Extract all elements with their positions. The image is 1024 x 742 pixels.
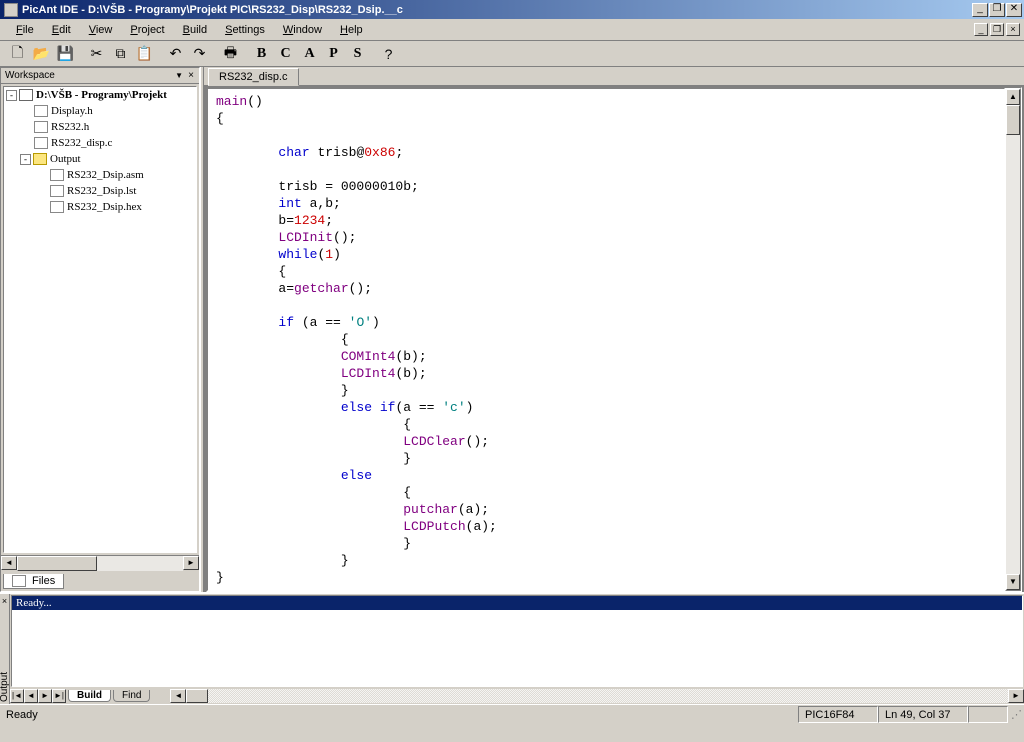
code-editor[interactable]: main() { char trisb@0x86; trisb = 000000… bbox=[207, 88, 1005, 591]
mdi-close[interactable]: × bbox=[1006, 23, 1020, 36]
scroll-up-icon[interactable]: ▲ bbox=[1006, 89, 1020, 105]
build-c-icon[interactable]: C bbox=[274, 43, 297, 65]
file-icon bbox=[34, 121, 48, 133]
out-nav-last-icon[interactable]: ►| bbox=[52, 689, 66, 703]
scroll-thumb[interactable] bbox=[186, 689, 208, 703]
scroll-down-icon[interactable]: ▼ bbox=[1006, 574, 1020, 590]
menu-window[interactable]: Window bbox=[275, 22, 330, 38]
folder-icon bbox=[33, 153, 47, 165]
menu-settings[interactable]: Settings bbox=[217, 22, 273, 38]
app-icon bbox=[4, 3, 18, 17]
menu-view[interactable]: View bbox=[81, 22, 121, 38]
save-icon[interactable]: 💾 bbox=[54, 43, 77, 65]
out-nav-next-icon[interactable]: ► bbox=[38, 689, 52, 703]
editor-area: RS232_disp.c main() { char trisb@0x86; t… bbox=[204, 67, 1024, 592]
scroll-left-icon[interactable]: ◄ bbox=[1, 556, 17, 570]
menu-build[interactable]: Build bbox=[175, 22, 215, 38]
cut-icon[interactable]: ✂ bbox=[85, 43, 108, 65]
editor-vscroll[interactable]: ▲ ▼ bbox=[1005, 88, 1021, 591]
file-icon bbox=[50, 201, 64, 213]
file-icon bbox=[34, 137, 48, 149]
scroll-right-icon[interactable]: ► bbox=[1008, 689, 1024, 703]
workspace-files-tab[interactable]: Files bbox=[3, 574, 64, 589]
tree-file[interactable]: RS232_Dsip.lst bbox=[67, 185, 136, 197]
project-icon bbox=[19, 89, 33, 101]
tree-folder[interactable]: Output bbox=[50, 153, 81, 165]
output-ready-line: Ready... bbox=[12, 596, 1022, 610]
tree-file[interactable]: RS232_Dsip.hex bbox=[67, 201, 142, 213]
mdi-minimize[interactable]: _ bbox=[974, 23, 988, 36]
scroll-thumb[interactable] bbox=[17, 556, 97, 571]
paste-icon[interactable]: 📋 bbox=[133, 43, 156, 65]
build-p-icon[interactable]: P bbox=[322, 43, 345, 65]
close-button[interactable]: ✕ bbox=[1006, 3, 1022, 17]
menu-help[interactable]: Help bbox=[332, 22, 371, 38]
workspace-hscroll[interactable]: ◄ ► bbox=[1, 555, 199, 571]
minimize-button[interactable]: _ bbox=[972, 3, 988, 17]
menu-project[interactable]: Project bbox=[122, 22, 172, 38]
tree-file[interactable]: RS232_Dsip.asm bbox=[67, 169, 144, 181]
statusbar: Ready PIC16F84 Ln 49, Col 37 ⋰ bbox=[0, 704, 1024, 724]
workspace-dropdown-icon[interactable]: ▼ bbox=[175, 71, 183, 80]
scroll-thumb[interactable] bbox=[1006, 105, 1020, 135]
file-icon bbox=[50, 185, 64, 197]
build-s-icon[interactable]: S bbox=[346, 43, 369, 65]
out-nav-prev-icon[interactable]: ◄ bbox=[24, 689, 38, 703]
out-nav-first-icon[interactable]: |◄ bbox=[10, 689, 24, 703]
file-icon bbox=[50, 169, 64, 181]
workspace-tree[interactable]: - D:\VŠB - Programy\Projekt Display.h RS2… bbox=[3, 86, 197, 553]
tree-file[interactable]: RS232_disp.c bbox=[51, 137, 112, 149]
status-ready: Ready bbox=[0, 709, 798, 721]
tree-toggle-icon[interactable]: - bbox=[6, 90, 17, 101]
tree-toggle-icon[interactable]: - bbox=[20, 154, 31, 165]
output-text[interactable]: Ready... bbox=[11, 595, 1023, 687]
output-tab-find[interactable]: Find bbox=[113, 690, 150, 702]
open-icon[interactable]: 📂 bbox=[30, 43, 53, 65]
workspace-panel: Workspace ▼ × - D:\VŠB - Programy\Projekt… bbox=[0, 67, 200, 592]
titlebar-text: PicAnt IDE - D:\VŠB - Programy\Projekt P… bbox=[22, 4, 972, 16]
maximize-button[interactable]: ❐ bbox=[989, 3, 1005, 17]
output-panel: × Output Ready... |◄ ◄ ► ►| Build Find ◄… bbox=[0, 592, 1024, 704]
undo-icon[interactable]: ↶ bbox=[164, 43, 187, 65]
scroll-left-icon[interactable]: ◄ bbox=[170, 689, 186, 703]
status-device: PIC16F84 bbox=[798, 706, 878, 723]
file-icon bbox=[34, 105, 48, 117]
status-empty bbox=[968, 706, 1008, 723]
menu-file[interactable]: File bbox=[8, 22, 42, 38]
tree-file[interactable]: RS232.h bbox=[51, 121, 89, 133]
toolbar: 🗋 📂 💾 ✂ ⧉ 📋 ↶ ↷ 🖶 B C A P S ? bbox=[0, 41, 1024, 67]
tree-root[interactable]: D:\VŠB - Programy\Projekt bbox=[36, 89, 167, 101]
workspace-header: Workspace ▼ × bbox=[1, 68, 199, 84]
help-icon[interactable]: ? bbox=[377, 43, 400, 65]
build-a-icon[interactable]: A bbox=[298, 43, 321, 65]
resize-grip-icon[interactable]: ⋰ bbox=[1008, 708, 1024, 721]
editor-tab[interactable]: RS232_disp.c bbox=[208, 68, 299, 86]
menubar: File Edit View Project Build Settings Wi… bbox=[0, 19, 1024, 41]
build-b-icon[interactable]: B bbox=[250, 43, 273, 65]
menu-edit[interactable]: Edit bbox=[44, 22, 79, 38]
output-label: Output bbox=[0, 672, 10, 702]
workspace-title: Workspace bbox=[5, 70, 55, 81]
file-icon bbox=[12, 575, 26, 587]
output-tab-build[interactable]: Build bbox=[68, 690, 111, 702]
copy-icon[interactable]: ⧉ bbox=[109, 43, 132, 65]
redo-icon[interactable]: ↷ bbox=[188, 43, 211, 65]
new-icon[interactable]: 🗋 bbox=[6, 43, 29, 65]
titlebar: PicAnt IDE - D:\VŠB - Programy\Projekt P… bbox=[0, 0, 1024, 19]
status-position: Ln 49, Col 37 bbox=[878, 706, 968, 723]
scroll-right-icon[interactable]: ► bbox=[183, 556, 199, 570]
tree-file[interactable]: Display.h bbox=[51, 105, 93, 117]
mdi-restore[interactable]: ❐ bbox=[990, 23, 1004, 36]
output-close-icon[interactable]: × bbox=[2, 596, 7, 606]
workspace-close-icon[interactable]: × bbox=[185, 70, 197, 81]
print-icon[interactable]: 🖶 bbox=[219, 43, 242, 65]
